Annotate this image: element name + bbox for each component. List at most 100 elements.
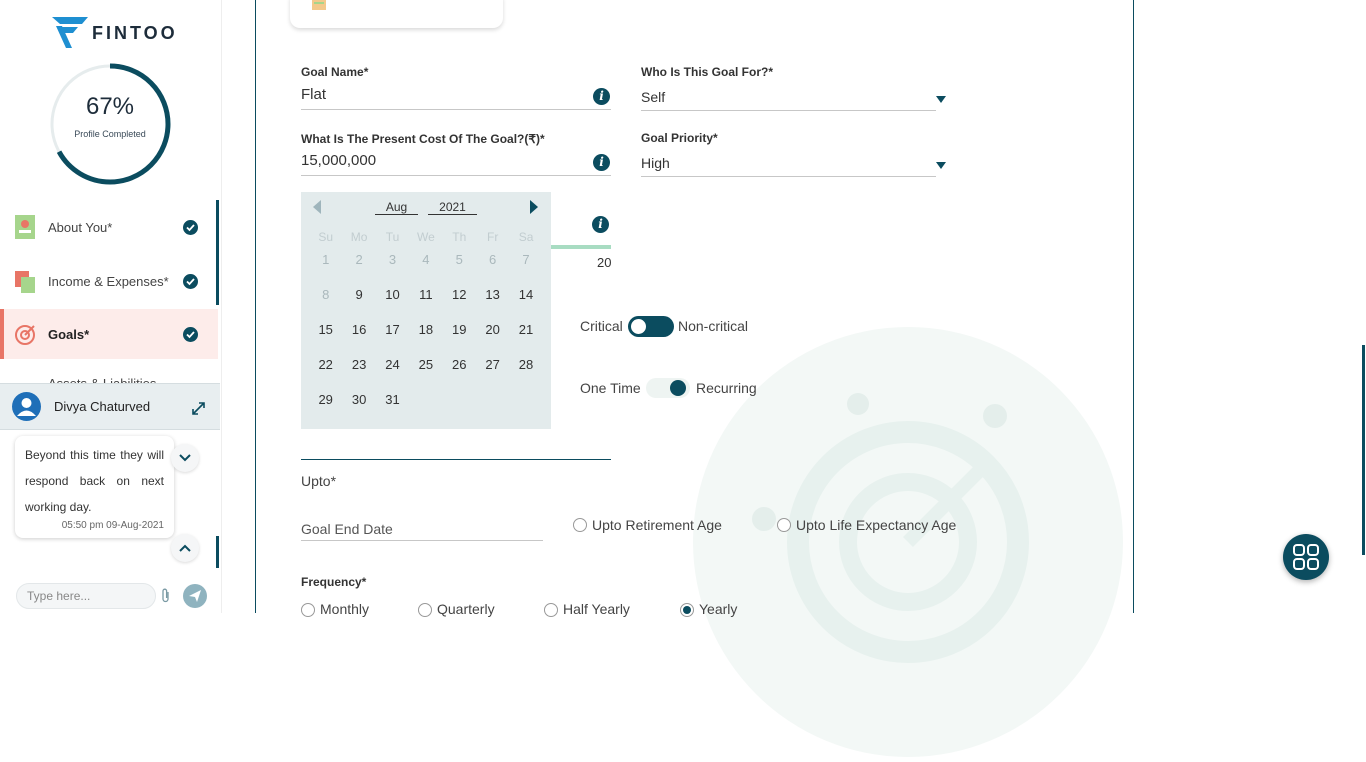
sidebar-item-label: Goals*: [48, 326, 90, 342]
goal-end-date-underline: [301, 540, 543, 541]
profile-percent: 67%: [85, 93, 135, 120]
check-icon: [183, 273, 198, 289]
chat-message: Beyond this time they will respond back …: [15, 436, 174, 538]
goal-for-select[interactable]: Self: [641, 89, 665, 105]
chat-scrollbar[interactable]: [216, 536, 219, 568]
upto-label: Upto*: [301, 473, 337, 489]
calendar-day[interactable]: 25: [409, 357, 442, 372]
scroll-down-button[interactable]: [171, 444, 199, 472]
goal-type-card[interactable]: [290, 0, 503, 28]
present-cost-input[interactable]: 15,000,000: [301, 152, 376, 169]
calendar-day[interactable]: 20: [476, 322, 509, 337]
calendar-day[interactable]: 21: [509, 322, 542, 337]
info-icon[interactable]: i: [593, 154, 610, 171]
grid-menu-icon: [1293, 544, 1319, 570]
calendar-month-select[interactable]: Aug: [375, 200, 418, 215]
sidebar-item-label: About You*: [48, 219, 113, 235]
frequency-monthly-label: Monthly: [320, 601, 370, 617]
calendar-day[interactable]: 9: [342, 287, 375, 302]
calendar-day[interactable]: 10: [376, 287, 409, 302]
dropdown-caret-icon[interactable]: [936, 162, 946, 169]
calendar-day[interactable]: 11: [409, 287, 442, 302]
calendar-day[interactable]: 14: [509, 287, 542, 302]
calendar-day[interactable]: 28: [509, 357, 542, 372]
goal-for-label: Who Is This Goal For?*: [641, 65, 773, 79]
page-scrollbar[interactable]: [1362, 345, 1365, 555]
calendar-day-disabled: 8: [322, 287, 330, 302]
info-icon[interactable]: i: [592, 216, 609, 233]
goal-priority-select[interactable]: High: [641, 155, 670, 171]
calendar-day[interactable]: 24: [376, 357, 409, 372]
avatar: [12, 392, 41, 421]
calendar-day[interactable]: 23: [342, 357, 375, 372]
radio-half-yearly[interactable]: [544, 603, 558, 617]
slider-track[interactable]: [551, 245, 611, 249]
radio-upto-life-expectancy[interactable]: [777, 518, 791, 532]
attachment-icon[interactable]: [160, 588, 172, 604]
next-month-icon[interactable]: [530, 200, 538, 214]
sidebar-item-about-you[interactable]: About You*: [0, 202, 218, 252]
profile-completed-label: Profile Completed: [74, 129, 146, 139]
goal-name-input[interactable]: Flat: [301, 86, 326, 103]
calendar-day[interactable]: 17: [376, 322, 409, 337]
menu-fab-button[interactable]: [1283, 534, 1329, 580]
income-expenses-icon: [15, 271, 35, 293]
occurrence-toggle[interactable]: [646, 378, 690, 398]
calendar-day[interactable]: 15: [309, 322, 342, 337]
send-icon: [189, 590, 201, 602]
calendar-day[interactable]: 13: [476, 287, 509, 302]
calendar-year-select[interactable]: 2021: [428, 200, 477, 215]
calendar-day[interactable]: 19: [443, 322, 476, 337]
calendar-day[interactable]: 31: [376, 392, 409, 407]
calendar-day-disabled: 3: [388, 252, 397, 267]
goal-for-underline: [641, 110, 936, 111]
radio-monthly[interactable]: [301, 603, 315, 617]
calendar-day-disabled: 7: [522, 252, 530, 267]
frequency-yearly-label: Yearly: [699, 601, 738, 617]
date-field-underline: [301, 459, 611, 460]
date-picker: Aug 2021 Su Mo Tu We Th Fr Sa 1 2 3 4 5 …: [301, 192, 551, 429]
toggle-knob: [670, 380, 686, 396]
previous-month-icon[interactable]: [313, 200, 321, 214]
profile-progress-ring: [49, 63, 171, 185]
calendar-day[interactable]: 29: [309, 392, 342, 407]
dropdown-caret-icon[interactable]: [936, 96, 946, 103]
radio-quarterly[interactable]: [418, 603, 432, 617]
criticality-toggle[interactable]: [628, 316, 674, 337]
day-header: Mo: [350, 230, 368, 244]
calendar-day[interactable]: 18: [409, 322, 442, 337]
scroll-up-button[interactable]: [171, 534, 199, 562]
radio-yearly[interactable]: [680, 603, 694, 617]
calendar-week: 29 30 31: [309, 392, 543, 427]
send-button[interactable]: [183, 584, 207, 608]
sidebar-item-income-expenses[interactable]: Income & Expenses*: [0, 256, 218, 306]
calendar-day[interactable]: 12: [443, 287, 476, 302]
day-header: Tu: [385, 230, 400, 244]
day-header: Sa: [518, 230, 534, 244]
day-header: Su: [318, 230, 334, 244]
calendar-day[interactable]: 30: [342, 392, 375, 407]
sidebar-item-assets-liabilities[interactable]: Assets & Liabilities: [0, 370, 218, 384]
non-critical-label: Non-critical: [678, 318, 749, 334]
calendar-day[interactable]: 22: [309, 357, 342, 372]
sidebar-item-goals[interactable]: Goals*: [0, 309, 218, 359]
calendar-week: 8 9 10 11 12 13 14: [309, 287, 543, 322]
calendar-day[interactable]: 27: [476, 357, 509, 372]
calendar-week: 15 16 17 18 19 20 21: [309, 322, 543, 357]
check-icon: [183, 219, 198, 235]
calendar-day-headers: Su Mo Tu We Th Fr Sa: [309, 230, 543, 252]
frequency-quarterly-label: Quarterly: [437, 601, 495, 617]
calendar-day-disabled: 6: [489, 252, 497, 267]
calendar-day[interactable]: 26: [443, 357, 476, 372]
calendar-day[interactable]: 16: [342, 322, 375, 337]
goal-end-date-input[interactable]: Goal End Date: [301, 521, 393, 537]
info-icon[interactable]: i: [593, 88, 610, 105]
calendar-day-disabled: 1: [322, 252, 330, 267]
chat-input[interactable]: Type here...: [16, 583, 156, 609]
radio-upto-retirement[interactable]: [573, 518, 587, 532]
upto-life-expectancy-label: Upto Life Expectancy Age: [796, 517, 957, 533]
chat-header[interactable]: Divya Chaturved: [0, 383, 220, 430]
expand-icon[interactable]: [191, 401, 206, 416]
present-cost-label: What Is The Present Cost Of The Goal?(₹)…: [301, 132, 545, 146]
fintoo-logo[interactable]: FINTOO: [52, 14, 178, 48]
